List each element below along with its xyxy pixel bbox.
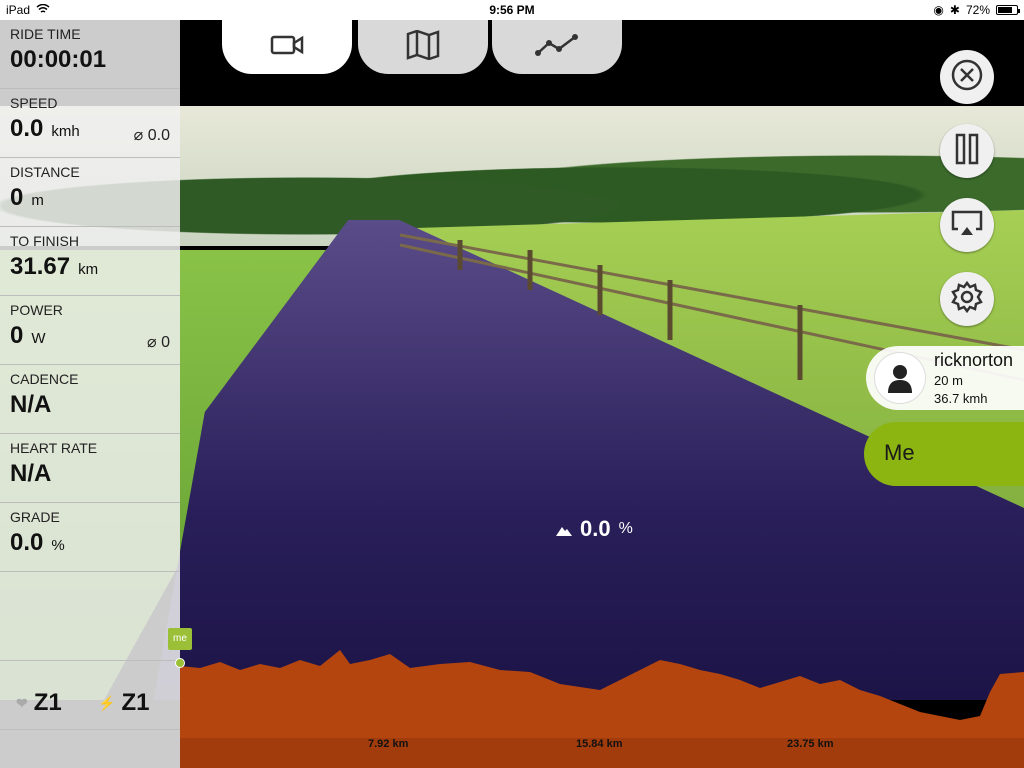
- metric-label: DISTANCE: [10, 164, 80, 180]
- heart-icon: ❤: [16, 694, 28, 711]
- zones-row: ❤ Z1 ⚡ Z1: [0, 660, 180, 730]
- heart-zone: ❤ Z1: [16, 689, 62, 717]
- metric-unit: W: [31, 330, 46, 347]
- me-position-marker: me: [168, 628, 192, 650]
- distance-tick-label: 23.75 km: [787, 738, 834, 750]
- metric-value: 0.0: [10, 529, 44, 556]
- metric-value: 00:00:01: [10, 46, 107, 73]
- grade-overlay-value: 0.0: [580, 516, 611, 541]
- metric-heart-rate: HEART RATE N/A: [0, 434, 180, 503]
- me-rider-pill[interactable]: Me: [864, 422, 1024, 486]
- metric-value: 0.0: [10, 115, 44, 142]
- airplay-icon: [950, 209, 984, 242]
- ios-status-bar: iPad 9:56 PM ◉ ✱ 72%: [0, 0, 1024, 20]
- avatar: [874, 352, 926, 404]
- rider-speed: 36.7 kmh: [934, 391, 988, 406]
- metric-unit: %: [51, 537, 65, 554]
- metric-power: POWER 0W ⌀ 0: [0, 296, 180, 365]
- metric-speed: SPEED 0.0 kmh ⌀ 0.0: [0, 89, 180, 158]
- pause-icon: [952, 133, 982, 170]
- rider-distance: 20 m: [934, 373, 963, 388]
- app-root: iPad 9:56 PM ◉ ✱ 72% RIDE TIME 00:00:01 …: [0, 0, 1024, 768]
- grade-overlay-unit: %: [618, 520, 633, 537]
- metric-unit: kmh: [51, 123, 80, 140]
- lightning-icon: ⚡: [98, 694, 116, 711]
- distance-tick-label: 7.92 km: [368, 738, 409, 750]
- elevation-area: [180, 650, 1024, 738]
- distance-tick-label: 15.84 km: [576, 738, 623, 750]
- video-camera-icon: [270, 33, 304, 62]
- grade-overlay: 0.0 %: [556, 516, 633, 542]
- metric-value: N/A: [10, 460, 52, 487]
- battery-percentage: 72%: [965, 3, 990, 17]
- metric-label: POWER: [10, 302, 63, 318]
- rider-name: ricknorton: [934, 350, 1014, 370]
- view-tabs: [180, 20, 1024, 106]
- heart-zone-value: Z1: [33, 689, 62, 716]
- metric-label: SPEED: [10, 95, 58, 111]
- metric-cadence: CADENCE N/A: [0, 365, 180, 434]
- power-zone: ⚡ Z1: [98, 689, 149, 717]
- airplay-button[interactable]: [940, 198, 994, 252]
- metrics-panel: RIDE TIME 00:00:01 SPEED 0.0 kmh ⌀ 0.0 DI…: [0, 20, 180, 768]
- battery-icon: [996, 5, 1020, 15]
- metric-unit: km: [78, 261, 99, 278]
- gear-icon: [950, 280, 984, 319]
- map-icon: [406, 29, 440, 65]
- chart-line-icon: [535, 33, 579, 62]
- me-label: Me: [884, 440, 915, 465]
- pause-button[interactable]: [940, 124, 994, 178]
- metric-value: 0: [10, 322, 24, 349]
- metric-label: TO FINISH: [10, 233, 79, 249]
- close-button[interactable]: [940, 50, 994, 104]
- metric-label: HEART RATE: [10, 440, 98, 456]
- metric-value: N/A: [10, 391, 52, 418]
- metric-average: ⌀ 0: [147, 334, 170, 351]
- power-zone-value: Z1: [121, 689, 150, 716]
- tab-video[interactable]: [222, 20, 352, 74]
- metric-label: RIDE TIME: [10, 26, 81, 42]
- rider-card[interactable]: ricknorton 20 m 36.7 kmh: [866, 346, 1024, 410]
- metric-to-finish: TO FINISH 31.67 km: [0, 227, 180, 296]
- mountain-icon: [556, 516, 572, 542]
- me-position-dot: [175, 658, 185, 668]
- tab-map[interactable]: [358, 20, 488, 74]
- clock: 9:56 PM: [489, 3, 535, 17]
- orientation-lock-icon: ◉: [933, 3, 944, 17]
- metric-value: 31.67: [10, 253, 71, 280]
- tab-profile[interactable]: [492, 20, 622, 74]
- metric-value: 0: [10, 184, 24, 211]
- metric-average: ⌀ 0.0: [133, 127, 170, 144]
- metric-label: CADENCE: [10, 371, 79, 387]
- metric-ride-time: RIDE TIME 00:00:01: [0, 20, 180, 89]
- metric-distance: DISTANCE 0m: [0, 158, 180, 227]
- metric-grade: GRADE 0.0%: [0, 503, 180, 572]
- close-icon: [950, 58, 984, 97]
- metric-label: GRADE: [10, 509, 60, 525]
- settings-button[interactable]: [940, 272, 994, 326]
- bluetooth-icon: ✱: [949, 3, 960, 17]
- metric-unit: m: [31, 192, 44, 209]
